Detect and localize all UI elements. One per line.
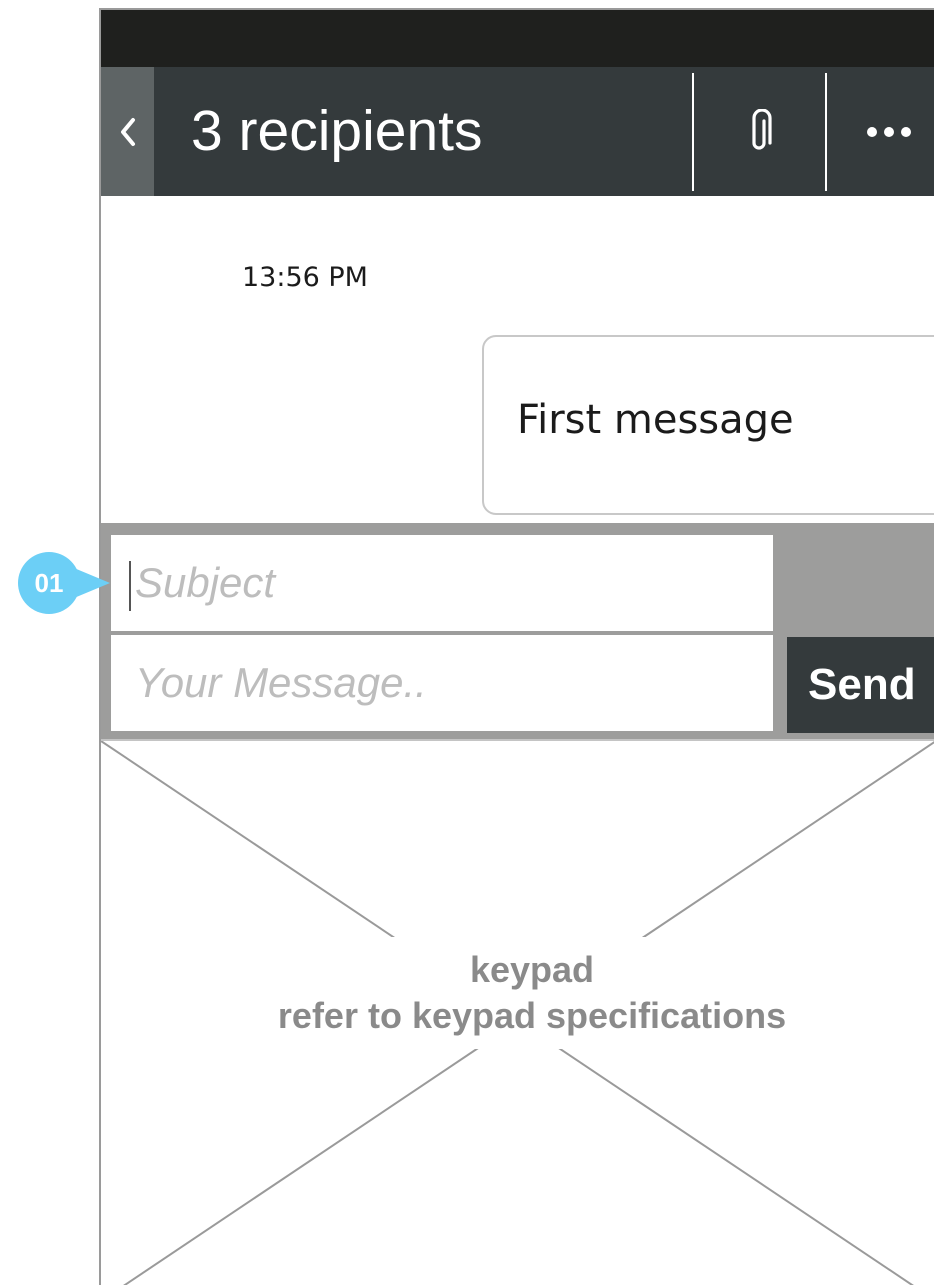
message-bubble: First message [482,335,934,515]
header-divider [692,73,694,191]
status-bar [101,10,934,67]
keypad-label: keypad refer to keypad specifications [161,937,903,1049]
app-header: 3 recipients [101,67,934,196]
compose-panel: Send [101,523,934,739]
more-horizontal-icon [867,126,918,137]
annotation-marker: 01 [18,550,110,616]
message-timestamp: 13:56 PM [242,262,368,293]
annotation-label: 01 [34,568,64,598]
send-button[interactable]: Send [787,637,934,733]
keypad-title: keypad [469,949,595,990]
message-input[interactable] [111,635,773,731]
message-text: First message [517,397,794,443]
more-options-button[interactable] [827,67,934,196]
back-button[interactable] [101,67,154,196]
keypad-placeholder: keypad refer to keypad specifications [101,739,934,1285]
conversation-title: 3 recipients [191,99,483,163]
text-cursor [129,561,131,611]
paperclip-icon [752,108,772,150]
subject-input[interactable] [111,535,773,631]
attach-button[interactable] [695,67,825,196]
chevron-left-icon [120,117,135,146]
keypad-note: refer to keypad specifications [277,995,787,1036]
phone-screen: 3 recipients 13:56 PM First message Send… [99,8,934,1285]
